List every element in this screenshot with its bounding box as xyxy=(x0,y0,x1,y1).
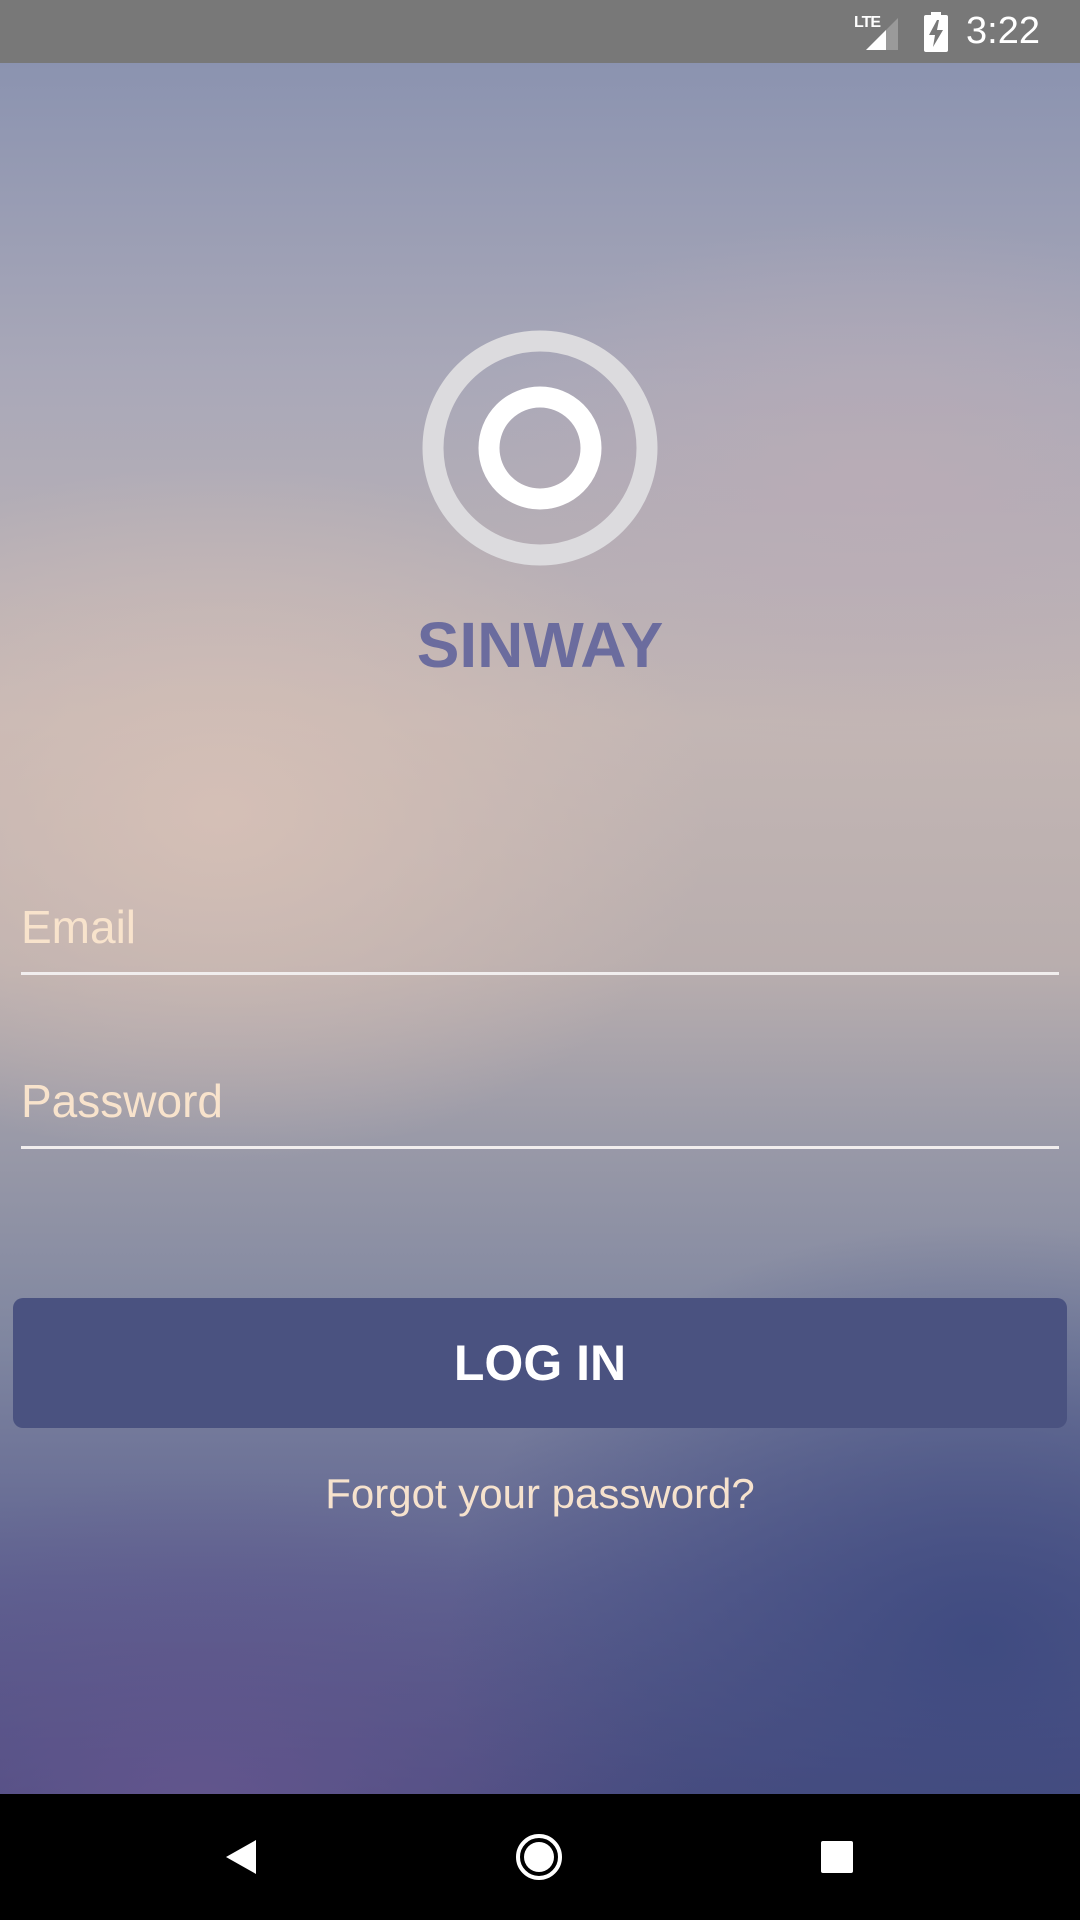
email-input[interactable] xyxy=(21,882,1059,972)
app-brand-name: SINWAY xyxy=(416,609,664,681)
home-icon[interactable] xyxy=(504,1822,574,1892)
recents-icon[interactable] xyxy=(802,1822,872,1892)
back-icon[interactable] xyxy=(206,1822,276,1892)
lte-signal-icon: LTE xyxy=(854,12,904,52)
email-field[interactable] xyxy=(21,882,1059,975)
password-field[interactable] xyxy=(21,1056,1059,1149)
app-logo-icon xyxy=(422,330,658,566)
password-input[interactable] xyxy=(21,1056,1059,1146)
status-time: 3:22 xyxy=(966,10,1040,52)
battery-charging-icon xyxy=(924,11,949,52)
login-button[interactable]: LOG IN xyxy=(13,1298,1067,1428)
forgot-password-link[interactable]: Forgot your password? xyxy=(0,1470,1080,1518)
status-icons: LTE 3:22 xyxy=(854,0,1040,63)
login-screen: LTE 3:22 SINWAY Email LOG IN Forgot your… xyxy=(0,0,1080,1920)
system-nav-bar xyxy=(0,1794,1080,1920)
status-bar: LTE 3:22 xyxy=(0,0,1080,63)
